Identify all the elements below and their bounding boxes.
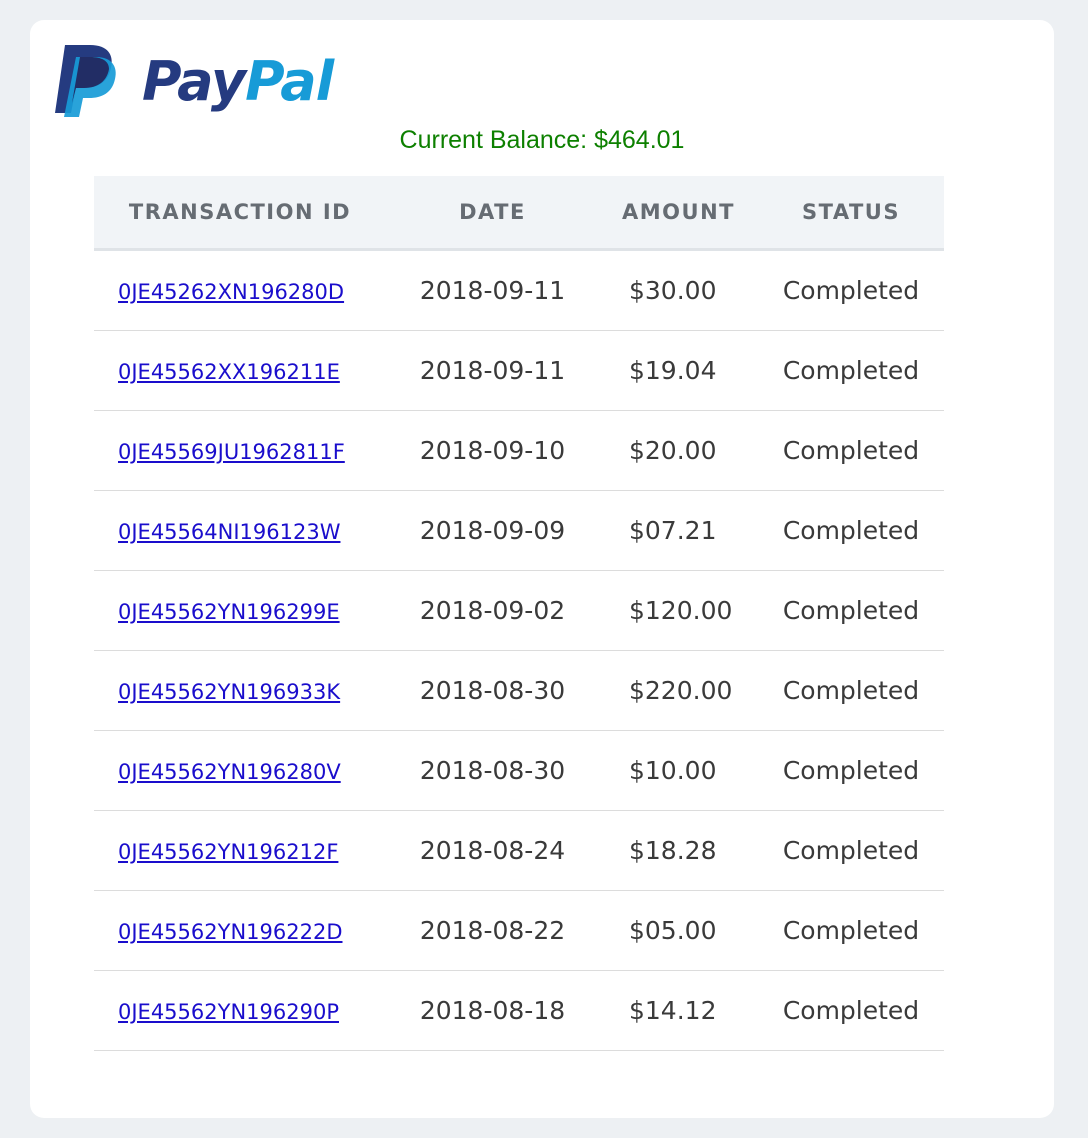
status-cell: Completed (758, 249, 944, 331)
wordmark-pay: Pay (142, 50, 246, 113)
column-header-amount: AMOUNT (599, 176, 758, 251)
status-cell: Completed (758, 970, 944, 1051)
transactions-table: TRANSACTION ID DATE AMOUNT STATUS 0JE452… (94, 176, 944, 1051)
paypal-logo-icon (55, 45, 116, 117)
amount-cell: $10.00 (599, 730, 758, 811)
paypal-wordmark: PayPal (142, 55, 334, 109)
date-cell: 2018-08-18 (386, 970, 599, 1051)
date-cell: 2018-08-24 (386, 810, 599, 891)
date-cell: 2018-08-30 (386, 730, 599, 811)
date-cell: 2018-09-02 (386, 570, 599, 651)
date-cell: 2018-09-09 (386, 490, 599, 571)
status-cell: Completed (758, 490, 944, 571)
transaction-id-link[interactable]: 0JE45562YN196212F (118, 840, 338, 864)
status-cell: Completed (758, 330, 944, 411)
column-header-date: DATE (386, 176, 599, 251)
transaction-id-link[interactable]: 0JE45562YN196290P (118, 1000, 339, 1024)
transaction-id-cell: 0JE45562YN196933K (94, 650, 386, 731)
amount-cell: $220.00 (599, 650, 758, 731)
transaction-id-link[interactable]: 0JE45562YN196222D (118, 920, 343, 944)
table-row: 0JE45562YN196299E 2018-09-02 $120.00 Com… (94, 570, 944, 651)
table-row: 0JE45262XN196280D 2018-09-11 $30.00 Comp… (94, 249, 944, 331)
transaction-id-link[interactable]: 0JE45562YN196299E (118, 600, 340, 624)
transaction-id-cell: 0JE45562YN196299E (94, 570, 386, 651)
wordmark-pal: Pal (245, 50, 334, 113)
table-row: 0JE45562YN196280V 2018-08-30 $10.00 Comp… (94, 730, 944, 811)
column-header-status: STATUS (758, 176, 944, 251)
amount-cell: $19.04 (599, 330, 758, 411)
table-row: 0JE45562XX196211E 2018-09-11 $19.04 Comp… (94, 330, 944, 411)
amount-cell: $07.21 (599, 490, 758, 571)
date-cell: 2018-08-22 (386, 890, 599, 971)
transaction-id-cell: 0JE45564NI196123W (94, 490, 386, 571)
transactions-card: PayPal Current Balance: $464.01 TRANSACT… (30, 20, 1054, 1118)
date-cell: 2018-09-11 (386, 330, 599, 411)
transaction-id-cell: 0JE45262XN196280D (94, 249, 386, 331)
date-cell: 2018-08-30 (386, 650, 599, 731)
date-cell: 2018-09-11 (386, 249, 599, 331)
transaction-id-link[interactable]: 0JE45562XX196211E (118, 360, 340, 384)
amount-cell: $05.00 (599, 890, 758, 971)
status-cell: Completed (758, 810, 944, 891)
table-row: 0JE45562YN196222D 2018-08-22 $05.00 Comp… (94, 890, 944, 971)
table-row: 0JE45562YN196212F 2018-08-24 $18.28 Comp… (94, 810, 944, 891)
amount-cell: $20.00 (599, 410, 758, 491)
transaction-id-link[interactable]: 0JE45562YN196280V (118, 760, 341, 784)
status-cell: Completed (758, 650, 944, 731)
amount-cell: $14.12 (599, 970, 758, 1051)
transaction-id-link[interactable]: 0JE45569JU1962811F (118, 440, 345, 464)
amount-cell: $30.00 (599, 249, 758, 331)
amount-cell: $18.28 (599, 810, 758, 891)
table-row: 0JE45569JU1962811F 2018-09-10 $20.00 Com… (94, 410, 944, 491)
transaction-id-cell: 0JE45562XX196211E (94, 330, 386, 411)
current-balance: Current Balance: $464.01 (399, 126, 685, 154)
table-header-row: TRANSACTION ID DATE AMOUNT STATUS (94, 176, 944, 251)
amount-cell: $120.00 (599, 570, 758, 651)
transaction-id-link[interactable]: 0JE45564NI196123W (118, 520, 340, 544)
table-row: 0JE45562YN196290P 2018-08-18 $14.12 Comp… (94, 970, 944, 1051)
date-cell: 2018-09-10 (386, 410, 599, 491)
paypal-logo: PayPal (54, 43, 334, 117)
status-cell: Completed (758, 410, 944, 491)
status-cell: Completed (758, 730, 944, 811)
table-row: 0JE45564NI196123W 2018-09-09 $07.21 Comp… (94, 490, 944, 571)
column-header-transaction-id: TRANSACTION ID (94, 176, 386, 251)
transaction-id-cell: 0JE45562YN196212F (94, 810, 386, 891)
transaction-id-link[interactable]: 0JE45562YN196933K (118, 680, 340, 704)
transaction-id-cell: 0JE45562YN196290P (94, 970, 386, 1051)
transaction-id-cell: 0JE45562YN196222D (94, 890, 386, 971)
transaction-id-cell: 0JE45569JU1962811F (94, 410, 386, 491)
table-row: 0JE45562YN196933K 2018-08-30 $220.00 Com… (94, 650, 944, 731)
status-cell: Completed (758, 570, 944, 651)
status-cell: Completed (758, 890, 944, 971)
transaction-id-cell: 0JE45562YN196280V (94, 730, 386, 811)
transaction-id-link[interactable]: 0JE45262XN196280D (118, 280, 344, 304)
